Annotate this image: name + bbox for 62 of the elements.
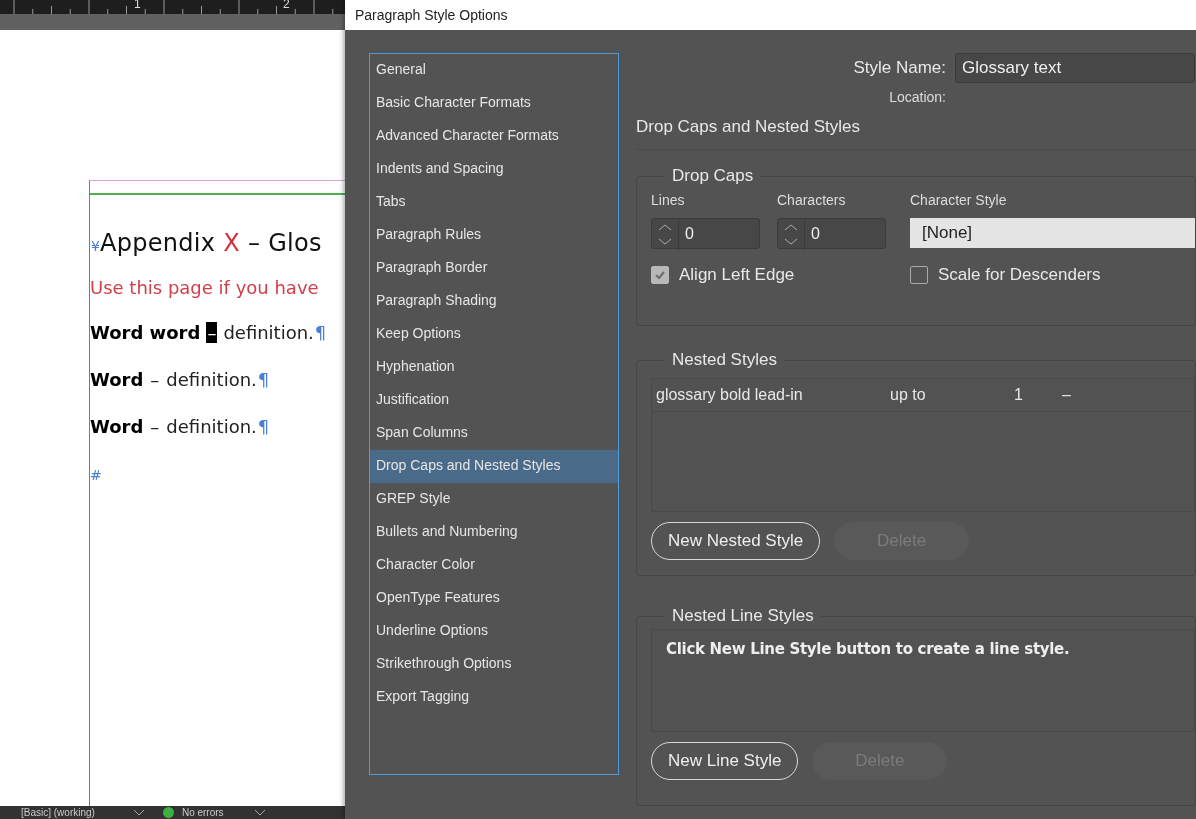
end-of-story-mark: # [90,467,103,483]
category-item[interactable]: Justification [370,384,618,417]
location-label: Location: [889,89,946,105]
definition-text: definition. [223,322,314,343]
pilcrow-mark: ¶ [314,322,327,343]
ruler-label: 2 [283,0,290,11]
category-item[interactable]: Basic Character Formats [370,87,618,120]
pilcrow-mark: ¶ [257,369,270,390]
category-item[interactable]: Paragraph Rules [370,219,618,252]
character-style-label: Character Style [910,192,1008,208]
category-item[interactable]: Tabs [370,186,618,219]
checkbox-label: Align Left Edge [679,265,795,285]
category-item[interactable]: Paragraph Border [370,252,618,285]
category-item[interactable]: Paragraph Shading [370,285,618,318]
heading-text: Appendix X – Glos [99,229,322,257]
glossary-term: Word [90,369,144,390]
definition-text: definition. [166,369,257,390]
empty-message: Click New Line Style button to create a line style. [666,640,1070,658]
error-status[interactable]: No errors [181,806,224,819]
group-title: Nested Line Styles [671,606,815,626]
category-item[interactable]: Drop Caps and Nested Styles [370,450,618,483]
chevron-icon[interactable] [253,808,266,817]
lines-label: Lines [651,192,686,208]
definition-text: definition. [166,416,257,437]
character-style-dropdown[interactable]: [None] [910,218,1195,248]
category-item[interactable]: Underline Options [370,615,618,648]
checkbox[interactable] [910,266,928,284]
category-item[interactable]: Bullets and Numbering [370,516,618,549]
category-item[interactable]: Export Tagging [370,681,618,714]
style-status[interactable]: [Basic] (working) [21,806,95,819]
section-title: Drop Caps and Nested Styles [636,117,861,137]
ruler-label: 1 [134,0,141,11]
category-item[interactable]: Strikethrough Options [370,648,618,681]
category-item[interactable]: General [370,54,618,87]
category-item[interactable]: OpenType Features [370,582,618,615]
dash-separator: – [149,416,161,437]
intro-text: Use this page if you have [90,277,320,298]
lines-field[interactable]: 0 [651,218,760,249]
group-title: Nested Styles [671,350,778,370]
nested-style-row[interactable]: glossary bold lead-in up to 1 – [652,379,1194,412]
chevron-icon[interactable] [132,808,145,817]
category-item[interactable]: Span Columns [370,417,618,450]
category-item[interactable]: Indents and Spacing [370,153,618,186]
group-title: Drop Caps [671,166,755,186]
category-item[interactable]: Advanced Character Formats [370,120,618,153]
checkbox-label: Scale for Descenders [938,265,1101,285]
glossary-term: Word [90,416,144,437]
style-name-label: Style Name: [852,58,946,78]
dash-separator: – [206,322,218,343]
category-item[interactable]: Character Color [370,549,618,582]
category-item[interactable]: Keep Options [370,318,618,351]
pilcrow-mark: ¶ [257,416,270,437]
glossary-term: Word word [90,322,201,343]
characters-label: Characters [777,192,847,208]
category-item[interactable]: GREP Style [370,483,618,516]
anchor-mark: ¥ [91,238,100,254]
characters-field[interactable]: 0 [777,218,886,249]
category-item[interactable]: Hyphenation [370,351,618,384]
dash-separator: – [149,369,161,390]
window-title: Paragraph Style Options [355,7,508,23]
status-dot-icon [162,807,174,818]
style-name-field[interactable]: Glossary text [955,53,1195,83]
